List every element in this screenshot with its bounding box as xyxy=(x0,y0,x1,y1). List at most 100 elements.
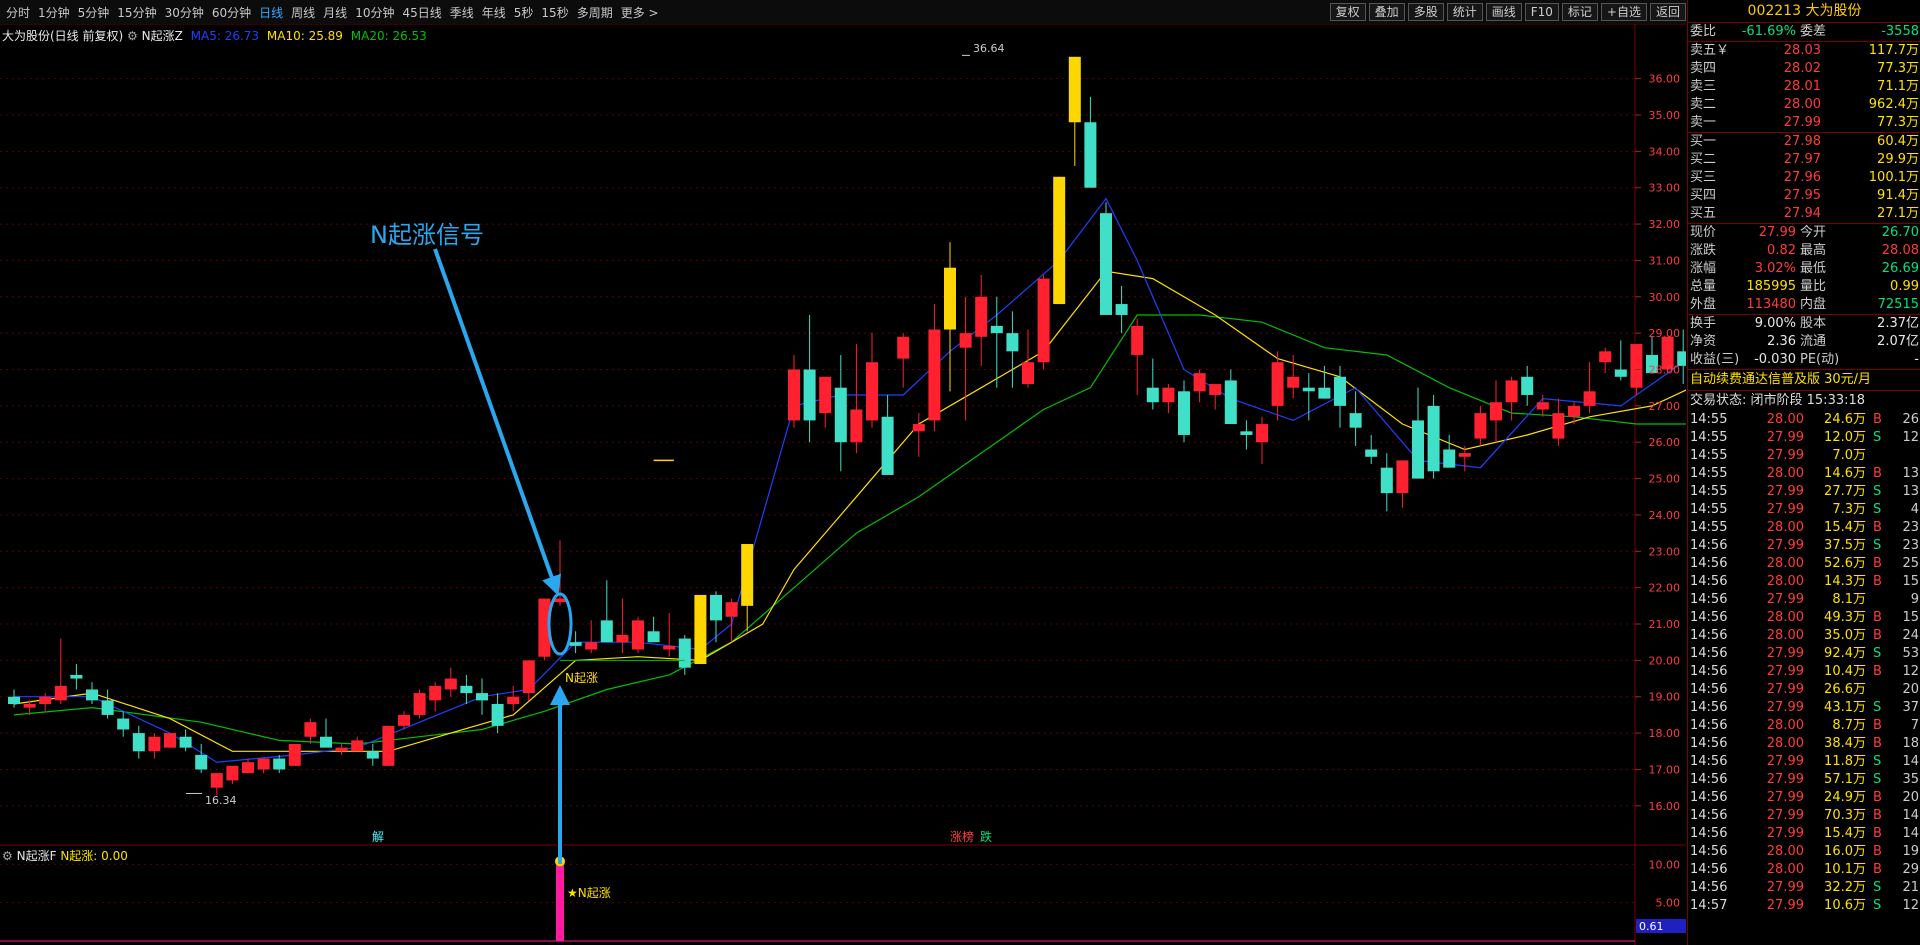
candle-body xyxy=(257,758,270,770)
candle-body xyxy=(710,594,722,621)
tick-volume: 10.6万 xyxy=(1824,898,1866,913)
candle xyxy=(725,598,738,643)
period-tab-13[interactable]: 5秒 xyxy=(514,4,534,21)
candle-body xyxy=(975,296,988,337)
tick-count: 13 xyxy=(1902,484,1919,499)
tool-button-0[interactable]: 复权 xyxy=(1329,3,1366,21)
tick-volume: 7.0万 xyxy=(1832,448,1866,463)
indicator-gear-icon[interactable]: ⚙ xyxy=(2,849,13,863)
tool-button-7[interactable]: +自选 xyxy=(1600,3,1647,21)
tick-list[interactable]: 14:55 28.00 24.6万 B 26 14:55 27.99 12.0万 S 12 14:5… xyxy=(1688,411,1920,915)
tool-button-1[interactable]: 叠加 xyxy=(1368,3,1405,21)
period-tab-6[interactable]: 日线 xyxy=(259,4,283,21)
stat-value: 0.82 xyxy=(1767,243,1796,258)
y-tick-label: 24.00 xyxy=(1649,509,1681,522)
stat-row: 涨幅 3.02% 最低 26.69 xyxy=(1688,260,1920,278)
tool-button-8[interactable]: 返回 xyxy=(1649,3,1686,21)
tick-row: 14:56 27.99 92.4万 S 53 xyxy=(1688,645,1920,663)
order-row: 卖五￥ 28.03 117.7万 xyxy=(1688,42,1920,60)
candle-body xyxy=(585,642,598,650)
tick-price: 28.00 xyxy=(1766,628,1804,643)
candle-body xyxy=(1146,387,1159,403)
candle xyxy=(881,394,894,475)
tick-row: 14:56 28.00 10.1万 B 29 xyxy=(1688,861,1920,879)
indicator-panel: 5.00 10.00 xyxy=(0,856,1686,942)
candle xyxy=(460,674,473,705)
tool-button-5[interactable]: F10 xyxy=(1524,3,1559,21)
y-tick-label: 35.00 xyxy=(1649,109,1681,122)
ask-book: 卖五￥ 28.03 117.7万 卖四 28.02 77.3万 卖三 28.01 71.1万 卖二… xyxy=(1688,42,1920,132)
tick-count: 35 xyxy=(1902,772,1919,787)
stat-row: 收益(三) -0.030 PE(动) - xyxy=(1688,351,1920,369)
candle-body xyxy=(320,736,332,748)
candle-body xyxy=(834,387,847,443)
y-tick-label: 30.00 xyxy=(1649,291,1681,304)
period-tab-11[interactable]: 季线 xyxy=(450,4,474,21)
candle xyxy=(616,598,629,654)
period-tab-3[interactable]: 15分钟 xyxy=(117,4,156,21)
order-volume: 91.4万 xyxy=(1877,188,1919,203)
stock-code-name: 002213 大为股份 xyxy=(1688,0,1920,23)
y-tick-label: 20.00 xyxy=(1649,654,1681,667)
tick-count: 14 xyxy=(1902,754,1919,769)
tool-button-4[interactable]: 画线 xyxy=(1485,3,1522,21)
tick-row: 14:56 27.99 11.8万 S 14 xyxy=(1688,753,1920,771)
period-tab-5[interactable]: 60分钟 xyxy=(212,4,251,21)
period-tab-16[interactable]: 更多 > xyxy=(621,4,659,21)
tick-volume: 26.6万 xyxy=(1824,682,1866,697)
period-tab-7[interactable]: 周线 xyxy=(291,4,315,21)
candle-body xyxy=(1412,420,1424,479)
period-tab-14[interactable]: 15秒 xyxy=(541,4,568,21)
tool-button-3[interactable]: 统计 xyxy=(1446,3,1483,21)
period-tab-8[interactable]: 月线 xyxy=(323,4,347,21)
candle xyxy=(288,744,301,766)
candle xyxy=(1053,176,1066,305)
candle-body xyxy=(70,674,83,679)
tick-count: 15 xyxy=(1902,610,1919,625)
candle-body xyxy=(788,369,800,421)
tick-time: 14:56 xyxy=(1690,790,1728,805)
candle xyxy=(803,314,816,443)
tick-price: 27.99 xyxy=(1766,646,1804,661)
tick-volume: 11.8万 xyxy=(1824,754,1866,769)
indicator-panel-name[interactable]: N起涨F xyxy=(17,849,57,863)
period-toolbar: 分时 1分钟 5分钟 15分钟 30分钟 60分钟 日线 周线 月线 10分钟 45日线 季线 年线 5秒… xyxy=(0,0,1686,25)
tick-price: 27.99 xyxy=(1766,790,1804,805)
period-tab-2[interactable]: 5分钟 xyxy=(78,4,110,21)
stat-label: 外盘 xyxy=(1690,297,1717,312)
tick-row: 14:55 27.99 7.3万 S 4 xyxy=(1688,501,1920,519)
candle-body xyxy=(39,696,52,705)
tick-price: 27.99 xyxy=(1766,898,1804,913)
candle-body xyxy=(1458,453,1471,457)
candle xyxy=(1396,460,1409,508)
ad-banner[interactable]: 自动续费通达信普及版 30元/月 xyxy=(1688,369,1920,391)
price-stats: 现价 27.99 今开 26.70 涨跌 0.82 最高 28.08 涨幅 3.02% 最低 26.6… xyxy=(1688,224,1920,314)
period-tab-9[interactable]: 10分钟 xyxy=(355,4,394,21)
tick-volume: 38.4万 xyxy=(1824,736,1866,751)
candle xyxy=(507,685,520,712)
period-tab-15[interactable]: 多周期 xyxy=(577,4,613,21)
period-tab-10[interactable]: 45日线 xyxy=(402,4,441,21)
candle-body xyxy=(944,267,956,330)
order-label: 卖四 xyxy=(1690,61,1717,76)
tick-time: 14:55 xyxy=(1690,430,1728,445)
candle xyxy=(710,591,722,643)
order-volume: 71.1万 xyxy=(1877,79,1919,94)
stat-value: 72515 xyxy=(1877,297,1919,312)
tool-button-6[interactable]: 标记 xyxy=(1561,3,1598,21)
order-price: 28.02 xyxy=(1783,61,1821,76)
period-tab-12[interactable]: 年线 xyxy=(482,4,506,21)
kline-chart[interactable]: 16.00 17.00 18.00 19.00 20.00 21.00 22.00 23.00… xyxy=(0,24,1686,945)
tool-button-2[interactable]: 多股 xyxy=(1407,3,1444,21)
order-volume: 29.9万 xyxy=(1877,152,1919,167)
candle xyxy=(1458,445,1471,472)
period-tab-1[interactable]: 1分钟 xyxy=(38,4,70,21)
tick-row: 14:55 28.00 14.6万 B 13 xyxy=(1688,465,1920,483)
order-volume: 77.3万 xyxy=(1877,115,1919,130)
stat-value: 26.70 xyxy=(1881,225,1919,240)
period-tab-4[interactable]: 30分钟 xyxy=(165,4,204,21)
tick-price: 28.00 xyxy=(1766,556,1804,571)
trading-state: 交易状态: 闭市阶段 15:33:18 xyxy=(1690,393,1866,408)
period-tab-0[interactable]: 分时 xyxy=(6,4,30,21)
order-volume: 117.7万 xyxy=(1868,43,1919,58)
